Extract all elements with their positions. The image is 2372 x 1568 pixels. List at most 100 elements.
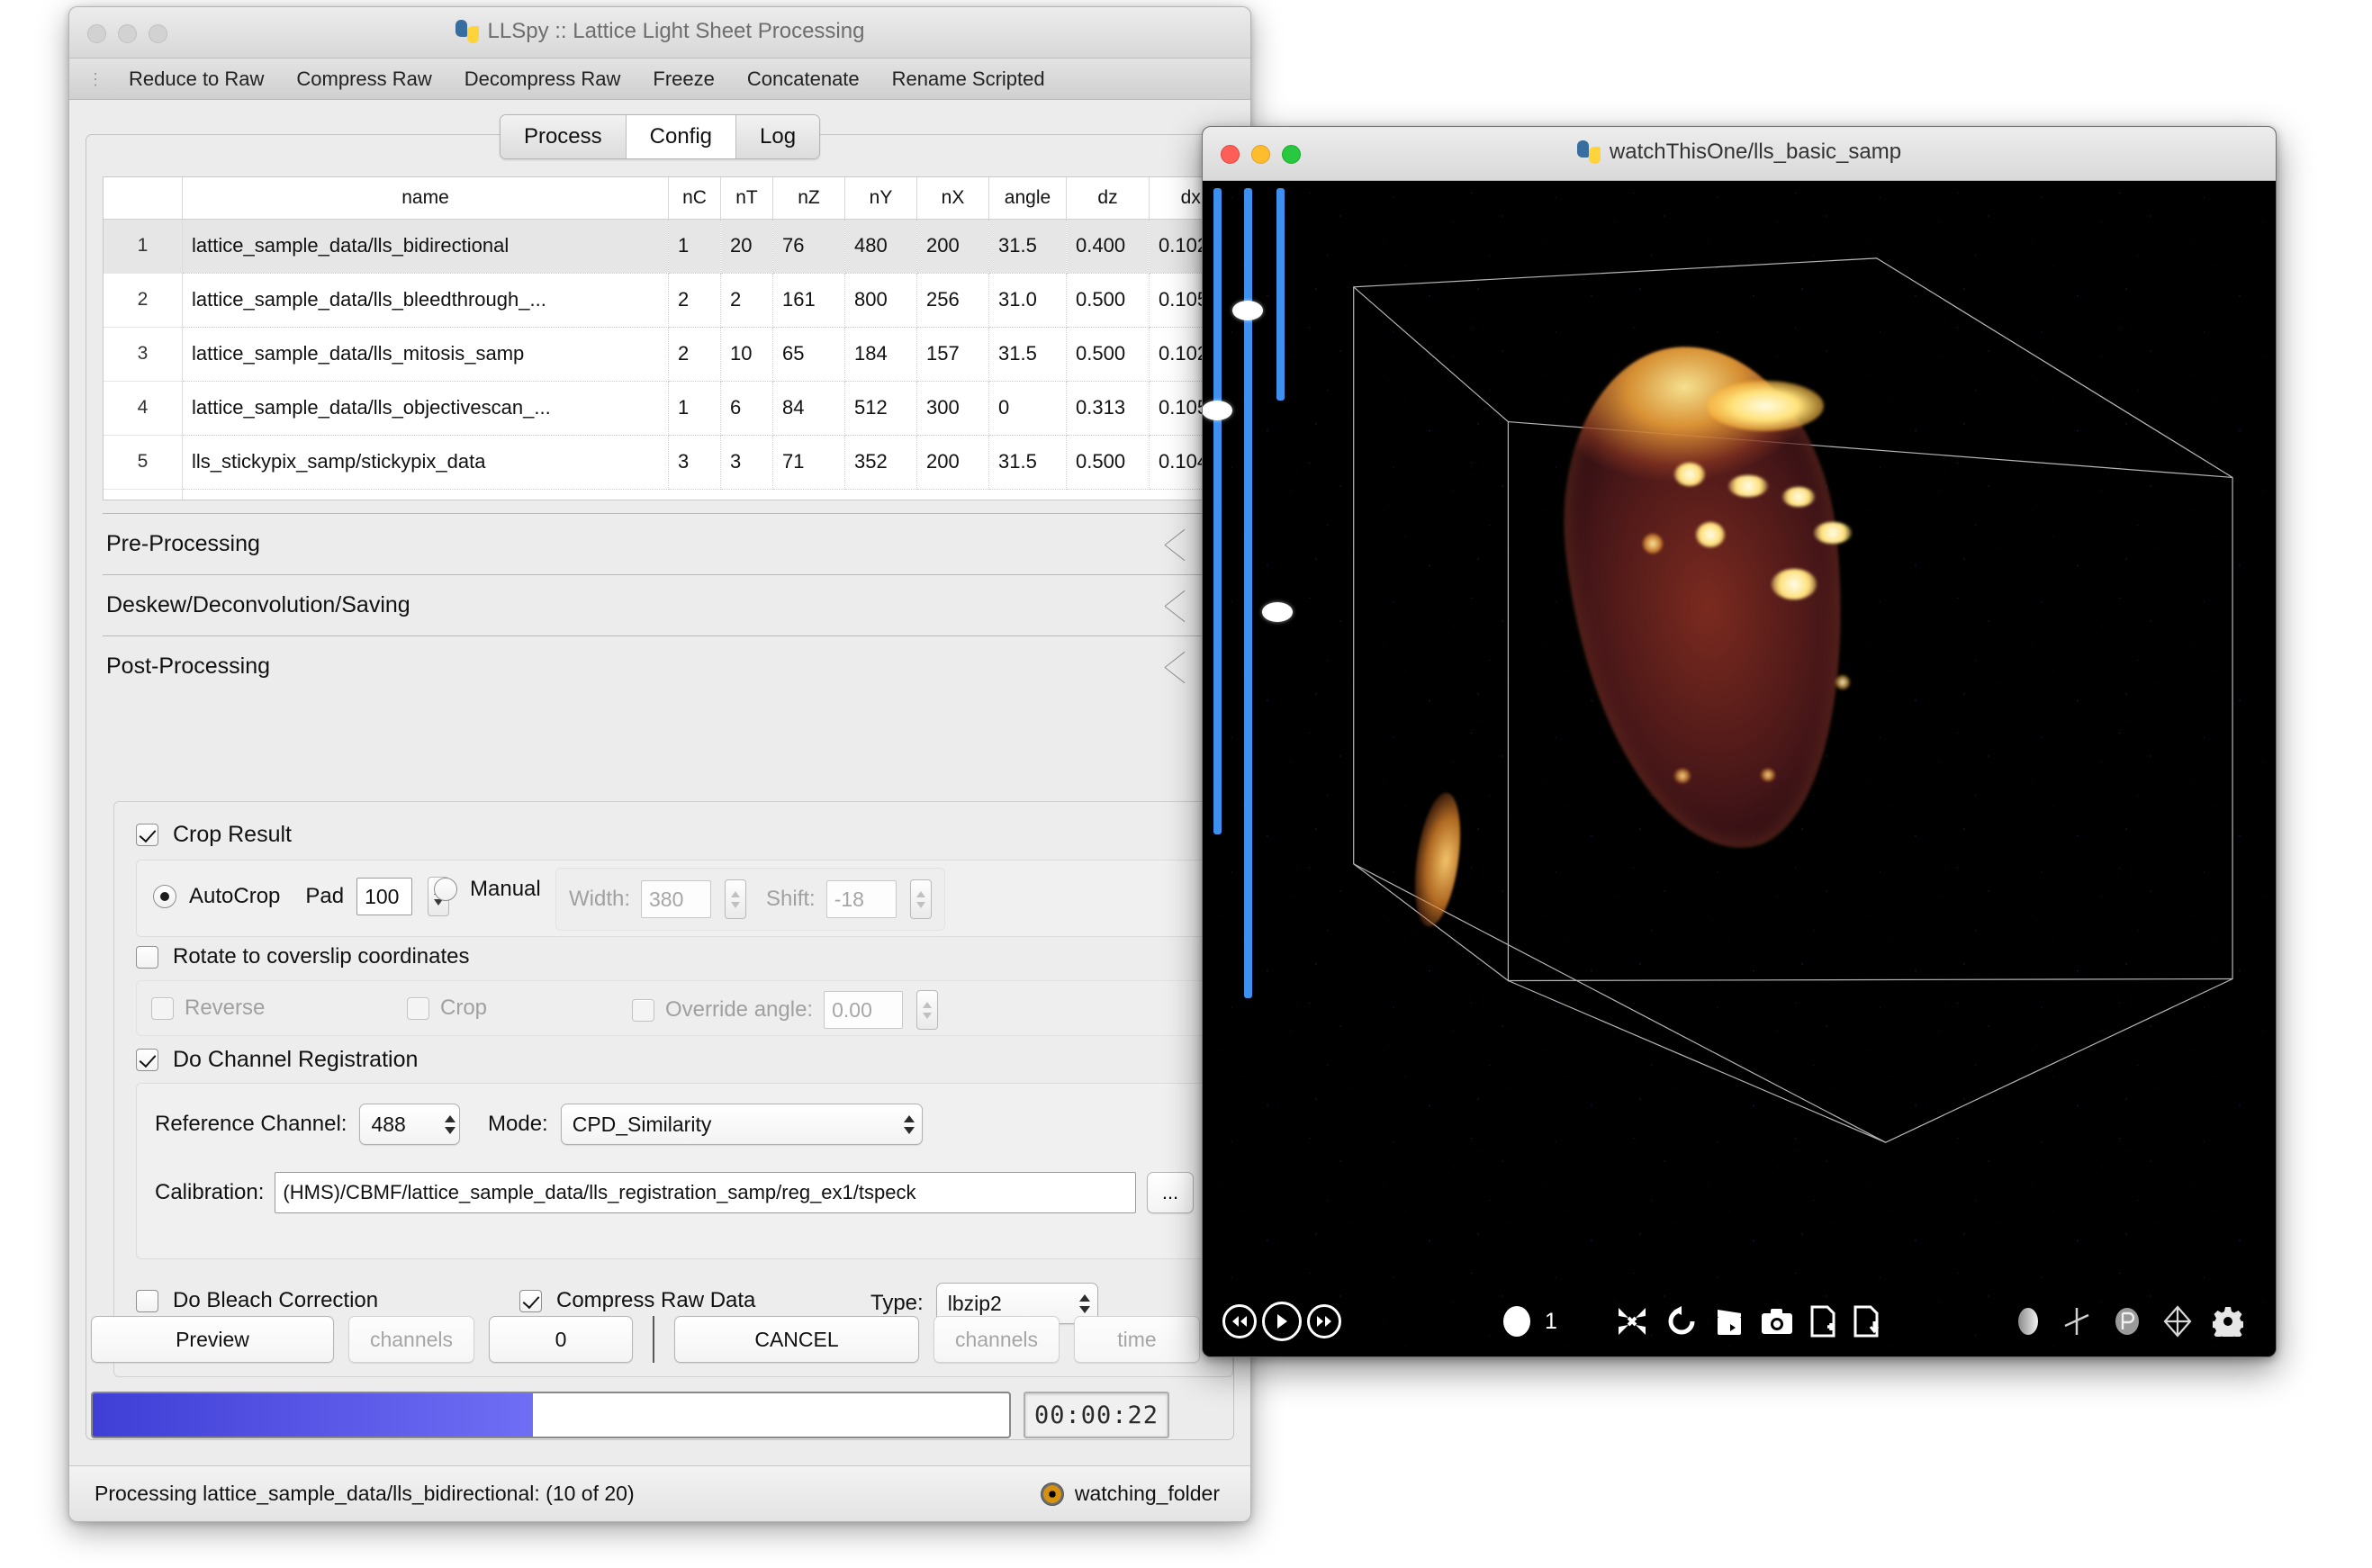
viewer-canvas[interactable]: 1 (1203, 181, 2276, 1356)
slider-1-handle[interactable] (1203, 401, 1232, 420)
preview-channels-button[interactable]: channels (348, 1316, 474, 1363)
slider-3-handle[interactable] (1262, 602, 1293, 622)
reverse-option[interactable]: Reverse (151, 996, 265, 1021)
bleach-correction-checkbox[interactable] (136, 1290, 158, 1312)
file-table[interactable]: name nC nT nZ nY nX angle dz dx (103, 176, 1233, 500)
bright-spot (1696, 522, 1725, 547)
menu-grip-handle[interactable]: ⋮ (78, 71, 113, 87)
header-dz[interactable]: dz (1067, 177, 1150, 219)
pad-input[interactable]: 100 (356, 878, 412, 915)
cell-nt: 2 (721, 273, 773, 327)
step-forward-icon[interactable] (1307, 1304, 1341, 1338)
cell-ny: 512 (845, 381, 917, 435)
header-angle[interactable]: angle (989, 177, 1067, 219)
table-row-empty[interactable] (104, 489, 1232, 500)
save-file-icon[interactable] (1853, 1305, 1880, 1338)
add-file-icon[interactable] (1809, 1305, 1836, 1338)
compress-raw-checkbox[interactable] (519, 1290, 542, 1312)
calibration-label: Calibration: (155, 1180, 264, 1205)
tab-process[interactable]: Process (501, 115, 627, 158)
viewer-titlebar[interactable]: watchThisOne/lls_basic_samp (1203, 127, 2276, 181)
menu-item-concatenate[interactable]: Concatenate (731, 64, 876, 95)
channel-registration-checkbox[interactable] (136, 1049, 158, 1071)
tab-log[interactable]: Log (736, 115, 819, 158)
fullscreen-icon[interactable] (1615, 1304, 1649, 1338)
mode-select[interactable]: CPD_Similarity (561, 1104, 923, 1145)
frame-marker-icon[interactable] (1503, 1306, 1530, 1337)
cancel-button[interactable]: CANCEL (674, 1316, 919, 1363)
crop-label: Crop (440, 996, 487, 1021)
override-angle-stepper[interactable] (916, 990, 938, 1030)
override-angle-checkbox[interactable] (632, 999, 654, 1022)
calibration-browse-button[interactable]: ... (1147, 1172, 1194, 1213)
override-angle-option[interactable]: Override angle: 0.00 (632, 990, 938, 1030)
manual-radio[interactable] (434, 878, 457, 901)
compress-raw-label: Compress Raw Data (556, 1288, 755, 1313)
manual-option[interactable]: Manual (434, 877, 541, 902)
main-titlebar[interactable]: LLSpy :: Lattice Light Sheet Processing (69, 7, 1250, 59)
table-row[interactable]: 3 lattice_sample_data/lls_mitosis_samp 2… (104, 327, 1232, 381)
slider-2-handle[interactable] (1232, 301, 1263, 320)
table-row[interactable]: 1 lattice_sample_data/lls_bidirectional … (104, 219, 1232, 273)
crop-checkbox[interactable] (407, 997, 429, 1020)
settings-gear-icon[interactable] (2213, 1306, 2243, 1337)
group-post-processing[interactable]: Post-Processing (103, 635, 1233, 697)
crosshair-icon[interactable] (2061, 1306, 2092, 1337)
run-time-button[interactable]: time (1074, 1316, 1200, 1363)
group-pre-processing[interactable]: Pre-Processing (103, 513, 1233, 574)
screenshot-icon[interactable] (1761, 1307, 1793, 1336)
tab-config[interactable]: Config (627, 115, 736, 158)
step-back-icon[interactable] (1222, 1304, 1257, 1338)
run-channels-button[interactable]: channels (933, 1316, 1060, 1363)
preview-button[interactable]: Preview (91, 1316, 334, 1363)
reference-channel-select[interactable]: 488 (359, 1104, 460, 1145)
table-row[interactable]: 2 lattice_sample_data/lls_bleedthrough_.… (104, 273, 1232, 327)
autocrop-option[interactable]: AutoCrop Pad 100 (153, 877, 449, 916)
rotate-coverslip-checkbox[interactable] (136, 946, 158, 969)
header-ny[interactable]: nY (845, 177, 917, 219)
menu-item-freeze[interactable]: Freeze (636, 64, 730, 95)
slider-1-track[interactable] (1213, 188, 1222, 834)
header-nt[interactable]: nT (721, 177, 773, 219)
reverse-checkbox[interactable] (151, 997, 174, 1020)
width-stepper[interactable] (725, 879, 746, 919)
frame-number: 1 (1545, 1309, 1557, 1335)
rotate-coverslip-row[interactable]: Rotate to coverslip coordinates (136, 944, 470, 969)
menu-item-rename-scripted[interactable]: Rename Scripted (876, 64, 1061, 95)
shift-stepper[interactable] (910, 879, 932, 919)
projection-icon[interactable] (2112, 1306, 2142, 1337)
override-angle-input[interactable]: 0.00 (824, 991, 903, 1029)
watch-folder-indicator[interactable]: watching_folder (1041, 1482, 1220, 1506)
header-nx[interactable]: nX (917, 177, 989, 219)
menu-item-decompress-raw[interactable]: Decompress Raw (448, 64, 637, 95)
channel-registration-row[interactable]: Do Channel Registration (136, 1047, 418, 1073)
record-movie-icon[interactable] (1714, 1306, 1745, 1337)
header-nc[interactable]: nC (669, 177, 721, 219)
calibration-input[interactable]: (HMS)/CBMF/lattice_sample_data/lls_regis… (275, 1172, 1136, 1213)
crop-result-checkbox[interactable] (136, 824, 158, 846)
header-nz[interactable]: nZ (773, 177, 845, 219)
menu-item-reduce-to-raw[interactable]: Reduce to Raw (113, 64, 280, 95)
shading-icon[interactable] (2015, 1306, 2042, 1337)
cell-ny: 184 (845, 327, 917, 381)
play-icon[interactable] (1262, 1302, 1302, 1341)
menu-item-compress-raw[interactable]: Compress Raw (280, 64, 447, 95)
reset-rotation-icon[interactable] (1665, 1305, 1698, 1338)
main-menubar: ⋮ Reduce to Raw Compress Raw Decompress … (69, 59, 1250, 100)
table-row[interactable]: 5 lls_stickypix_samp/stickypix_data 3 3 … (104, 435, 1232, 489)
bounding-box-icon[interactable] (2162, 1305, 2193, 1338)
header-name[interactable]: name (183, 177, 669, 219)
tabstrip: Process Config Log (69, 114, 1250, 159)
crop-result-row[interactable]: Crop Result (136, 822, 292, 848)
preview-time-input[interactable]: 0 (489, 1316, 633, 1363)
crop-option[interactable]: Crop (407, 996, 487, 1021)
shift-input[interactable]: -18 (826, 880, 897, 918)
bleach-correction-row[interactable]: Do Bleach Correction (136, 1288, 378, 1313)
slider-3-track[interactable] (1276, 188, 1285, 401)
width-input[interactable]: 380 (641, 880, 711, 918)
autocrop-radio[interactable] (153, 885, 176, 908)
group-deskew-deconvolution-saving[interactable]: Deskew/Deconvolution/Saving (103, 574, 1233, 635)
compress-raw-row[interactable]: Compress Raw Data (519, 1288, 755, 1313)
table-row[interactable]: 4 lattice_sample_data/lls_objectivescan_… (104, 381, 1232, 435)
reverse-label: Reverse (185, 996, 265, 1021)
